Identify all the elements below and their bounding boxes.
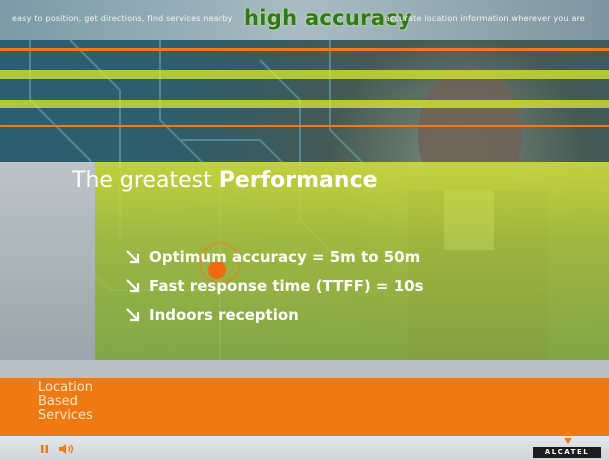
speaker-icon [59, 444, 74, 454]
lime-stripe [0, 100, 609, 108]
feature-item: Indoors reception [124, 300, 424, 329]
lime-stripe [0, 70, 609, 79]
header-tagline-left: easy to position, get directions, find s… [12, 14, 233, 23]
sound-button[interactable] [58, 442, 76, 456]
panel-title-prefix: The greatest [72, 168, 212, 193]
slide: easy to position, get directions, find s… [0, 0, 609, 460]
header-tagline-right: accurate location information wherever y… [385, 14, 586, 23]
section-label-line: Location [38, 380, 93, 395]
section-label-line: Based [38, 394, 78, 409]
arrow-down-right-icon [126, 250, 140, 264]
feature-text: Optimum accuracy = 5m to 50m [149, 247, 421, 266]
pause-icon [41, 445, 48, 453]
section-label: Location Based Services [38, 381, 93, 423]
footer-bar [0, 436, 609, 460]
header-strip: easy to position, get directions, find s… [0, 0, 609, 40]
brand-logo: ALCATEL [533, 447, 601, 458]
feature-item: Fast response time (TTFF) = 10s [124, 271, 424, 300]
logo-mark-icon [564, 438, 572, 444]
feature-item: Optimum accuracy = 5m to 50m [124, 242, 424, 271]
pause-button[interactable] [40, 442, 49, 456]
arrow-down-right-icon [126, 308, 140, 322]
orange-stripe [0, 48, 609, 51]
feature-text: Indoors reception [149, 305, 299, 324]
orange-stripe [0, 125, 609, 127]
feature-list: Optimum accuracy = 5m to 50m Fast respon… [124, 242, 424, 329]
feature-text: Fast response time (TTFF) = 10s [149, 276, 424, 295]
arrow-down-right-icon [126, 279, 140, 293]
panel-title: The greatest Performance [72, 168, 378, 193]
panel-title-emphasis: Performance [218, 168, 378, 193]
grey-bar [0, 360, 609, 378]
section-label-line: Services [38, 408, 93, 423]
